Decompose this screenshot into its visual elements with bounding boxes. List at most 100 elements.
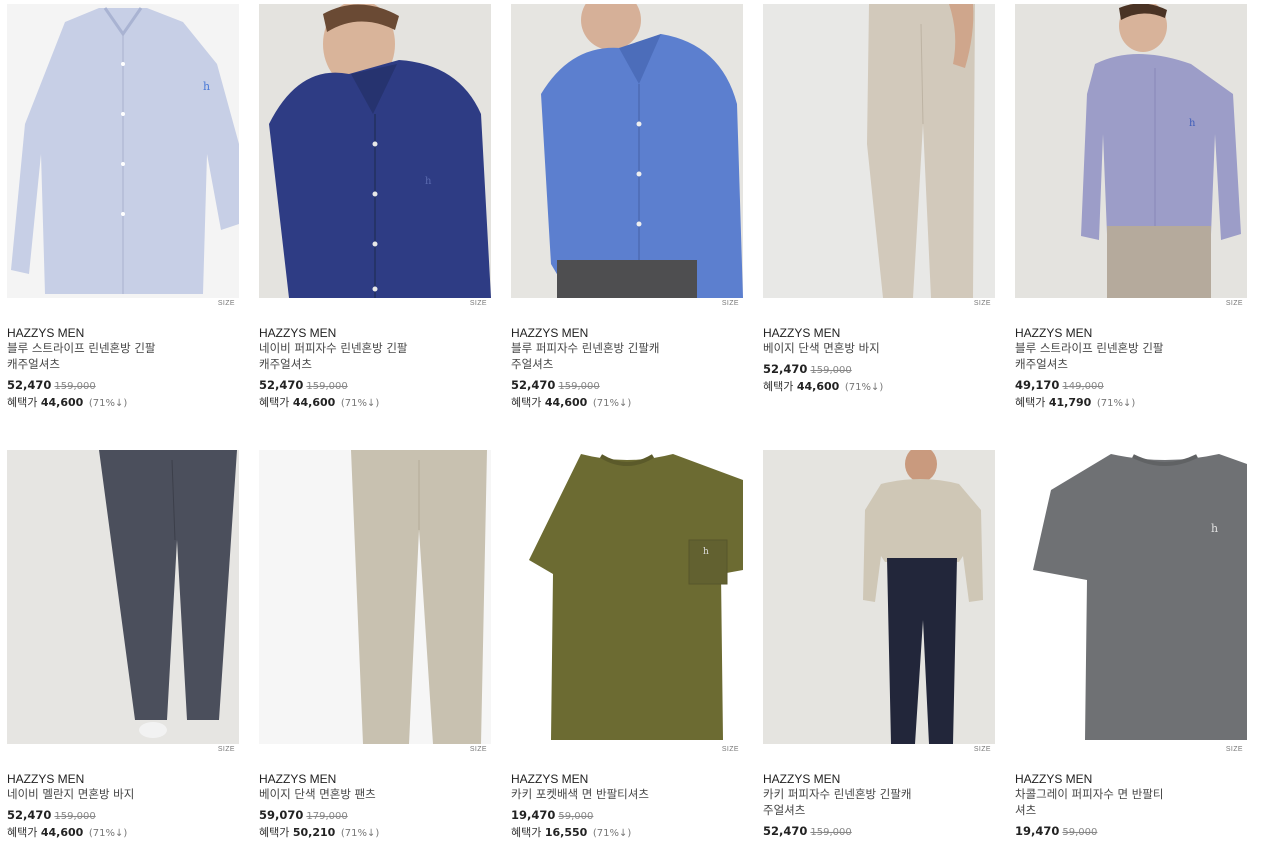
product-image[interactable]: h	[7, 4, 239, 298]
original-price: 159,000	[810, 827, 852, 838]
benefit-label: 혜택가	[7, 396, 38, 409]
product-name[interactable]: 블루 스트라이프 린넨혼방 긴팔 캐주얼셔츠	[1015, 340, 1215, 372]
sale-price: 52,470	[7, 378, 52, 392]
brand-name[interactable]: HAZZYS MEN	[1015, 772, 1092, 786]
benefit-row: 혜택가 44,600 (71%↓)	[7, 394, 127, 410]
original-price: 159,000	[810, 365, 852, 376]
benefit-row: 혜택가 16,550 (71%↓)	[511, 824, 631, 840]
brand-name[interactable]: HAZZYS MEN	[511, 326, 588, 340]
product-name[interactable]: 카키 포켓배색 면 반팔티셔츠	[511, 786, 711, 802]
product-card[interactable]: SIZE HAZZYS MEN 네이비 멜란지 면혼방 바지 52,470 159…	[7, 450, 239, 839]
benefit-row: 혜택가 44,600 (71%↓)	[763, 378, 883, 394]
discount-rate: (71%↓)	[340, 398, 380, 409]
size-tag: SIZE	[973, 746, 991, 753]
product-name-line: 차콜그레이 퍼피자수 면 반팔티	[1015, 787, 1164, 801]
svg-text:h: h	[1211, 522, 1218, 535]
product-image[interactable]	[763, 450, 995, 744]
product-name[interactable]: 카키 퍼피자수 린넨혼방 긴팔캐 주얼셔츠	[763, 786, 963, 818]
benefit-price: 50,210	[292, 826, 336, 839]
benefit-row: 혜택가 50,210 (71%↓)	[259, 824, 379, 840]
size-tag: SIZE	[1225, 746, 1243, 753]
product-image[interactable]	[7, 450, 239, 744]
discount-rate: (71%↓)	[592, 398, 632, 409]
benefit-price: 44,600	[544, 396, 588, 409]
brand-name[interactable]: HAZZYS MEN	[259, 326, 336, 340]
benefit-row: 혜택가 44,600 (71%↓)	[7, 824, 127, 840]
sale-price: 52,470	[259, 378, 304, 392]
original-price: 59,000	[1062, 827, 1098, 838]
benefit-price: 44,600	[40, 826, 84, 839]
product-card[interactable]: h SIZE HAZZYS MEN 블루 스트라이프 린넨혼방 긴팔 캐주얼셔츠…	[7, 4, 239, 409]
product-name[interactable]: 블루 스트라이프 린넨혼방 긴팔 캐주얼셔츠	[7, 340, 207, 372]
brand-name[interactable]: HAZZYS MEN	[763, 772, 840, 786]
sale-price: 52,470	[511, 378, 556, 392]
product-image[interactable]: h	[1015, 4, 1247, 298]
original-price: 59,000	[558, 811, 594, 822]
product-card[interactable]: SIZE HAZZYS MEN 카키 퍼피자수 린넨혼방 긴팔캐 주얼셔츠 52…	[763, 450, 995, 838]
benefit-label: 혜택가	[511, 396, 542, 409]
product-name-line: 셔츠	[1015, 803, 1037, 817]
product-card[interactable]: SIZE HAZZYS MEN 베이지 단색 면혼방 바지 52,470 159,…	[763, 4, 995, 393]
price-row: 52,470 159,000	[763, 824, 852, 838]
size-tag: SIZE	[217, 300, 235, 307]
size-tag: SIZE	[469, 300, 487, 307]
product-image[interactable]: h	[259, 4, 491, 298]
brand-name[interactable]: HAZZYS MEN	[7, 326, 84, 340]
product-name-line: 블루 퍼피자수 린넨혼방 긴팔캐	[511, 341, 660, 355]
sale-price: 52,470	[7, 808, 52, 822]
original-price: 159,000	[306, 381, 348, 392]
price-row: 52,470 159,000	[511, 378, 600, 392]
size-tag: SIZE	[721, 746, 739, 753]
benefit-label: 혜택가	[259, 826, 290, 839]
brand-name[interactable]: HAZZYS MEN	[7, 772, 84, 786]
product-card[interactable]: SIZE HAZZYS MEN 블루 퍼피자수 린넨혼방 긴팔캐 주얼셔츠 52…	[511, 4, 743, 409]
brand-name[interactable]: HAZZYS MEN	[511, 772, 588, 786]
benefit-label: 혜택가	[511, 826, 542, 839]
discount-rate: (71%↓)	[88, 398, 128, 409]
product-name[interactable]: 블루 퍼피자수 린넨혼방 긴팔캐 주얼셔츠	[511, 340, 711, 372]
product-name[interactable]: 베이지 단색 면혼방 팬츠	[259, 786, 459, 802]
benefit-price: 16,550	[544, 826, 588, 839]
product-card[interactable]: h SIZE HAZZYS MEN 블루 스트라이프 린넨혼방 긴팔 캐주얼셔츠…	[1015, 4, 1247, 409]
benefit-label: 혜택가	[259, 396, 290, 409]
product-image[interactable]	[511, 4, 743, 298]
benefit-price: 41,790	[1048, 396, 1092, 409]
sale-price: 52,470	[763, 824, 808, 838]
product-card[interactable]: h SIZE HAZZYS MEN 차콜그레이 퍼피자수 면 반팔티 셔츠 19…	[1015, 450, 1247, 838]
product-card[interactable]: SIZE HAZZYS MEN 베이지 단색 면혼방 팬츠 59,070 179,…	[259, 450, 491, 839]
price-row: 59,070 179,000	[259, 808, 348, 822]
product-grid: h SIZE HAZZYS MEN 블루 스트라이프 린넨혼방 긴팔 캐주얼셔츠…	[0, 0, 1263, 843]
product-name[interactable]: 네이비 퍼피자수 린넨혼방 긴팔 캐주얼셔츠	[259, 340, 459, 372]
brand-name[interactable]: HAZZYS MEN	[1015, 326, 1092, 340]
product-name[interactable]: 차콜그레이 퍼피자수 면 반팔티 셔츠	[1015, 786, 1215, 818]
brand-name[interactable]: HAZZYS MEN	[259, 772, 336, 786]
price-row: 52,470 159,000	[259, 378, 348, 392]
original-price: 179,000	[306, 811, 348, 822]
sale-price: 52,470	[763, 362, 808, 376]
original-price: 149,000	[1062, 381, 1104, 392]
product-image[interactable]	[763, 4, 995, 298]
discount-rate: (71%↓)	[844, 382, 884, 393]
svg-text:h: h	[425, 176, 432, 187]
original-price: 159,000	[558, 381, 600, 392]
product-name-line: 주얼셔츠	[763, 803, 806, 817]
brand-name[interactable]: HAZZYS MEN	[763, 326, 840, 340]
price-row: 19,470 59,000	[1015, 824, 1097, 838]
product-name[interactable]: 베이지 단색 면혼방 바지	[763, 340, 963, 356]
benefit-row: 혜택가 44,600 (71%↓)	[259, 394, 379, 410]
product-card[interactable]: h SIZE HAZZYS MEN 네이비 퍼피자수 린넨혼방 긴팔 캐주얼셔츠…	[259, 4, 491, 409]
price-row: 49,170 149,000	[1015, 378, 1104, 392]
product-image[interactable]: h	[1015, 450, 1247, 744]
product-name[interactable]: 네이비 멜란지 면혼방 바지	[7, 786, 207, 802]
product-name-line: 네이비 멜란지 면혼방 바지	[7, 787, 135, 801]
product-image[interactable]: h	[511, 450, 743, 744]
product-image[interactable]	[259, 450, 491, 744]
product-card[interactable]: h SIZE HAZZYS MEN 카키 포켓배색 면 반팔티셔츠 19,470…	[511, 450, 743, 839]
benefit-price: 44,600	[796, 380, 840, 393]
product-name-line: 캐주얼셔츠	[259, 357, 312, 371]
size-tag: SIZE	[469, 746, 487, 753]
price-row: 19,470 59,000	[511, 808, 593, 822]
sale-price: 49,170	[1015, 378, 1060, 392]
benefit-price: 44,600	[292, 396, 336, 409]
product-name-line: 네이비 퍼피자수 린넨혼방 긴팔	[259, 341, 408, 355]
